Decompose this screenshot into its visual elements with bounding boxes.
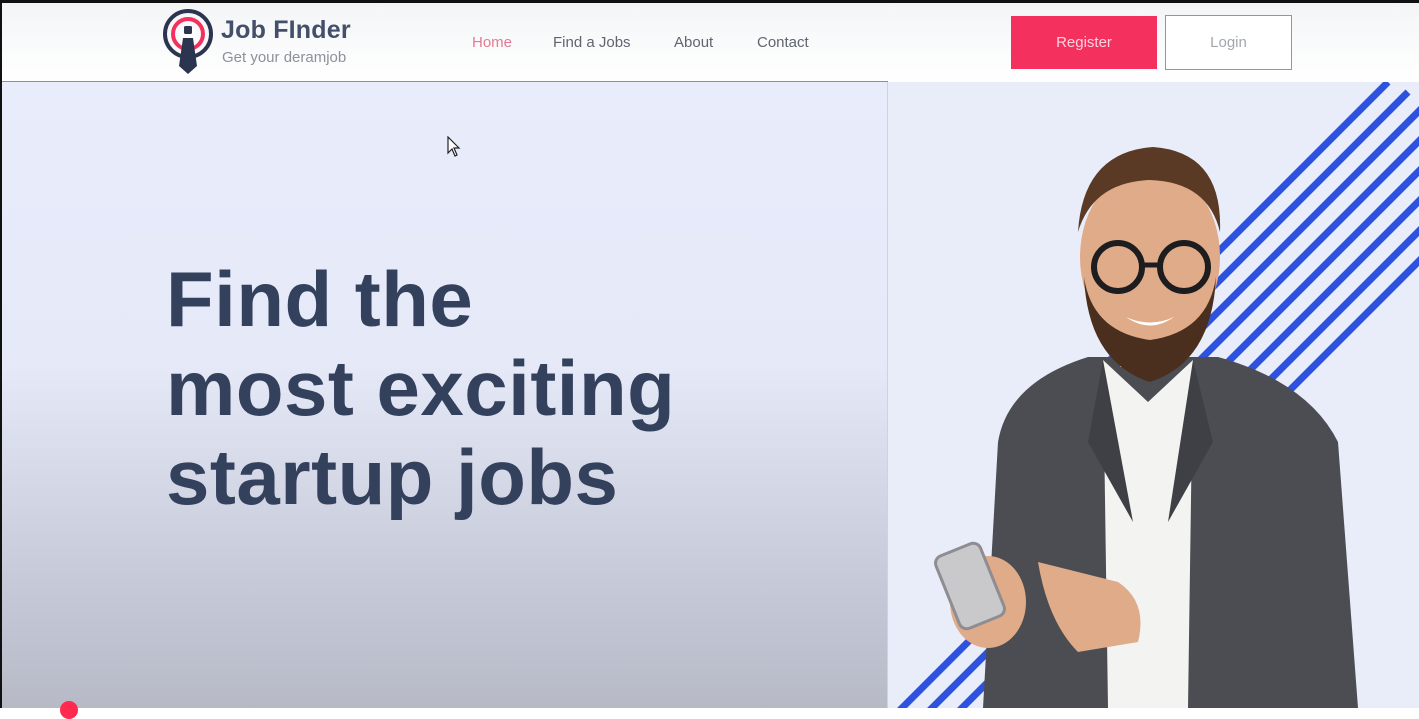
nav-home[interactable]: Home (472, 34, 512, 51)
record-indicator (60, 701, 78, 719)
brand-title[interactable]: Job FInder (221, 16, 351, 45)
login-button[interactable]: Login (1165, 15, 1292, 70)
nav-about[interactable]: About (674, 34, 713, 51)
job-finder-logo-icon[interactable] (162, 8, 214, 76)
window-frame-left (0, 0, 2, 708)
headline-line-3: startup jobs (166, 433, 619, 521)
brand-tagline: Get your deramjob (222, 49, 347, 66)
hero-headline: Find the most exciting startup jobs (166, 255, 675, 522)
register-button[interactable]: Register (1011, 16, 1157, 69)
hero-person-image (897, 82, 1419, 708)
headline-line-1: Find the (166, 255, 474, 343)
mouse-cursor-icon (447, 135, 461, 163)
headline-line-2: most exciting (166, 344, 676, 432)
hero-image-panel (888, 82, 1419, 708)
nav-contact[interactable]: Contact (757, 34, 809, 51)
nav-find-jobs[interactable]: Find a Jobs (553, 34, 631, 51)
